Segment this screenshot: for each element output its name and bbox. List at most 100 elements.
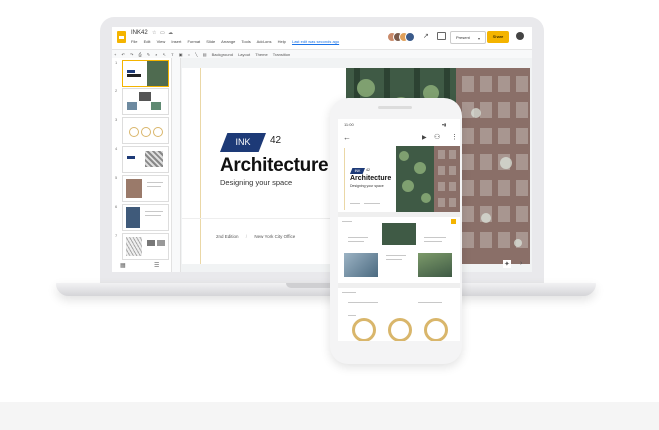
phone-slide-title: Architecture — [350, 175, 392, 182]
menu-slide[interactable]: Slide — [206, 39, 215, 44]
thumb-photo — [126, 179, 142, 198]
menu-format[interactable]: Format — [187, 39, 200, 44]
thumb-photo — [147, 240, 155, 246]
list-view-icon[interactable]: ☰ — [154, 262, 159, 269]
menu-insert[interactable]: Insert — [171, 39, 181, 44]
shape-icon[interactable]: ○ — [188, 52, 190, 57]
slide-number: 2 — [115, 88, 118, 93]
menu-tools[interactable]: Tools — [241, 39, 250, 44]
phone-text-line — [348, 237, 368, 238]
chevron-down-icon[interactable]: ▾ — [478, 36, 480, 41]
phone-donut-chart — [388, 318, 412, 341]
phone-badge-number: 42 — [366, 168, 370, 172]
slide-thumbnail-1[interactable] — [122, 60, 169, 87]
paint-format-icon[interactable]: ✎ — [147, 52, 150, 57]
share-button[interactable]: Share — [487, 31, 509, 43]
thumb-photo — [157, 240, 165, 246]
image-icon[interactable]: ▣ — [179, 52, 183, 57]
slide-number: 7 — [115, 233, 118, 238]
slide-thumbnail-7[interactable] — [122, 233, 169, 260]
thumb-photo — [147, 61, 168, 86]
text-box-icon[interactable]: T — [171, 52, 173, 57]
slide-subtitle[interactable]: Designing your space — [220, 178, 292, 187]
slide-thumbnail-6[interactable] — [122, 204, 169, 231]
line-icon[interactable]: ╲ — [195, 52, 197, 57]
thumb-photo — [139, 92, 151, 101]
present-button[interactable]: Present — [450, 31, 486, 44]
menu-addons[interactable]: Add-ons — [257, 39, 272, 44]
back-arrow-icon[interactable]: ← — [343, 133, 351, 142]
title-bar: INK42 ☆ ▭ ☁ File Edit View Insert Format… — [112, 27, 532, 49]
document-title[interactable]: INK42 — [131, 30, 148, 36]
ink-badge[interactable]: INK — [220, 133, 266, 152]
phone-text-line — [424, 237, 446, 238]
vertical-ruler — [172, 58, 181, 272]
undo-icon[interactable]: ↶ — [121, 52, 124, 57]
menu-view[interactable]: View — [157, 39, 166, 44]
thumb-badge — [127, 156, 135, 159]
phone-text-line — [342, 292, 356, 293]
phone-ink-badge: INK — [350, 168, 365, 174]
phone-slide-1[interactable]: INK 42 Architecture Designing your space — [338, 146, 460, 217]
phone-text-line — [348, 302, 378, 303]
phone-text-line — [386, 259, 402, 260]
comment-add-icon[interactable]: ▤ — [203, 52, 207, 57]
redo-icon[interactable]: ↷ — [130, 52, 133, 57]
slide-number: 4 — [115, 146, 118, 151]
phone-footer-line — [350, 203, 360, 204]
cloud-status-icon: ☁ — [168, 30, 173, 36]
phone-text-line — [348, 315, 356, 316]
thumb-badge — [127, 70, 135, 73]
slide-number: 1 — [115, 60, 118, 65]
menu-help[interactable]: Help — [278, 39, 286, 44]
collapse-icon[interactable]: › — [520, 260, 522, 267]
badge-number[interactable]: 42 — [270, 135, 281, 146]
phone-slide-3[interactable] — [338, 288, 460, 341]
layout-button[interactable]: Layout — [238, 52, 250, 57]
zoom-icon[interactable]: ⌕ — [155, 52, 157, 57]
phone-slide-2[interactable] — [338, 217, 460, 288]
menu-file[interactable]: File — [131, 39, 137, 44]
transition-button[interactable]: Transition — [273, 52, 290, 57]
slide-thumbnail-3[interactable] — [122, 117, 169, 144]
slides-logo-icon[interactable] — [117, 31, 126, 43]
present-label: Present — [456, 35, 470, 40]
avatar[interactable] — [405, 32, 415, 42]
thumb-text-line — [147, 186, 161, 187]
slide-number: 5 — [115, 175, 118, 180]
add-person-icon[interactable]: ⚇ — [434, 133, 440, 141]
phone-photo — [344, 253, 378, 277]
star-icon[interactable]: ☆ — [152, 30, 156, 36]
menu-arrange[interactable]: Arrange — [221, 39, 235, 44]
comment-icon[interactable] — [437, 32, 446, 40]
select-icon[interactable]: ↖ — [163, 52, 166, 57]
slide-thumbnail-5[interactable] — [122, 175, 169, 202]
thumb-donut — [141, 127, 151, 137]
slide-title[interactable]: Architecture — [220, 155, 329, 177]
theme-button[interactable]: Theme — [255, 52, 267, 57]
move-folder-icon[interactable]: ▭ — [160, 30, 165, 36]
thumb-photo — [127, 102, 137, 110]
phone-text-line — [386, 255, 406, 256]
laptop-screen: INK42 ☆ ▭ ☁ File Edit View Insert Format… — [112, 27, 532, 272]
print-icon[interactable]: ⎙ — [138, 52, 141, 57]
account-avatar[interactable] — [516, 32, 524, 40]
phone-footer-line — [364, 203, 380, 204]
phone-speaker — [378, 106, 412, 109]
add-slide-icon[interactable]: + — [114, 52, 116, 57]
phone-text-line — [342, 221, 352, 222]
thumb-donut — [153, 127, 163, 137]
activity-trend-icon[interactable]: ↗ — [423, 32, 429, 40]
slide-thumbnail-4[interactable] — [122, 146, 169, 173]
background-button[interactable]: Background — [212, 52, 233, 57]
floor-background — [0, 402, 659, 430]
more-vert-icon[interactable]: ⋮ — [451, 133, 458, 141]
last-edit-link[interactable]: Last edit was seconds ago — [292, 39, 339, 44]
edition-text[interactable]: 2nd Edition / New York City Office — [216, 234, 295, 239]
grid-view-icon[interactable]: ▦ — [120, 262, 126, 269]
explore-icon[interactable]: ✦ — [503, 260, 511, 268]
menu-edit[interactable]: Edit — [144, 39, 151, 44]
gold-rule — [200, 68, 201, 264]
slide-thumbnail-2[interactable] — [122, 88, 169, 115]
play-icon[interactable]: ▶ — [422, 134, 427, 141]
